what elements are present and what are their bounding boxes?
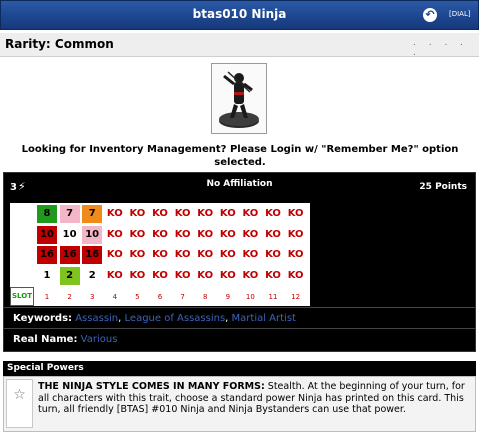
ko-cell: KO [152,249,168,260]
click-number: 6 [157,293,163,301]
click-number: 8 [202,293,208,301]
figure-image [211,63,267,134]
ko-cell: KO [129,208,146,219]
affiliation: No Affiliation [206,179,273,189]
stat-cell: 8 [37,205,57,223]
stat-cell: 2 [82,266,103,285]
defense-icon: ◯ [15,247,29,261]
ko-cell: KO [106,228,123,240]
ko-cell: KO [129,228,146,240]
stat-cell: 7 [82,205,103,223]
ko-cell: KO [152,208,168,219]
ko-cell: KO [106,249,123,260]
dial-link[interactable]: [DIAL] [449,10,471,18]
ko-cell: KO [174,269,191,281]
keywords-row: Keywords: Assassin, League of Assassins,… [4,307,475,329]
damage-icon: ✶ [16,267,28,281]
stat-cell: 16 [82,246,103,264]
ko-cell: KO [152,269,168,281]
special-power-text: THE NINJA STYLE COMES IN MANY FORMS: Ste… [38,381,470,416]
ko-cell: KO [197,228,214,240]
stat-icons: ➯ ⚔ ◯ ✶ [10,204,34,284]
keyword-link[interactable]: Assassin [75,313,118,324]
dial-card: 3 ⚡︎ No Affiliation 25 Points SLOT 8 7 7 KO… [3,172,476,352]
ko-cell: KO [265,269,281,281]
ko-cell: KO [174,208,191,219]
point-value: 25 Points [419,182,467,192]
real-name-row: Real Name: Various [13,334,117,345]
stat-cell: 2 [59,266,80,285]
ko-cell: KO [242,228,259,240]
click-number: 9 [225,293,231,301]
click-number: 5 [135,293,140,301]
stat-cell: 1 [37,266,57,285]
ko-cell: KO [287,208,304,219]
ko-cell: KO [265,228,281,240]
rarity-label: Rarity: Common [5,37,114,51]
keyword-link[interactable]: League of Assassins [125,313,226,324]
ko-cell: KO [287,249,304,260]
ko-cell: KO [174,228,191,240]
ko-cell: KO [219,249,236,260]
click-number: 3 [89,293,95,301]
page-title: btas010 Ninja [192,7,287,21]
click-number: 12 [291,293,301,301]
ko-cell: KO [242,208,259,219]
click-number: 10 [245,293,255,301]
star-outline-icon: ☆ [6,379,33,428]
keyword-link[interactable]: Martial Artist [232,313,296,324]
real-name-label: Real Name: [13,334,78,345]
ko-cell: KO [265,208,281,219]
click-number: 11 [268,293,278,301]
ko-cell: KO [174,249,191,260]
ko-cell: KO [287,269,304,281]
click-number: 2 [67,293,72,301]
stat-cell: 7 [59,205,80,223]
stat-cell: 16 [37,246,57,264]
inventory-notice: Looking for Inventory Management? Please… [21,144,459,168]
rarity-row: Rarity: Common . . . . . [0,33,479,58]
ko-cell: KO [106,208,123,219]
ko-cell: KO [197,249,214,260]
ko-cell: KO [219,208,236,219]
ko-cell: KO [265,249,281,260]
stat-cell: 16 [59,246,80,264]
special-power-entry: ☆ THE NINJA STYLE COMES IN MANY FORMS: S… [3,376,476,432]
ko-cell: KO [197,208,214,219]
stat-cell: 10 [37,225,57,244]
back-arrow-icon[interactable]: ↶ [423,8,437,22]
special-powers-header: Special Powers [3,361,476,376]
ko-cell: KO [242,269,259,281]
ninja-figure-icon [219,71,259,128]
rarity-dots: . . . . . [413,38,469,58]
combat-dial-grid: SLOT 8 7 7 KO KO KO KO KO KO KO KO KO 10 10 10 KO KO KO KO… [10,203,310,306]
ko-cell: KO [152,228,168,240]
speed-icon: ➯ [16,207,28,221]
click-number: 1 [44,293,50,301]
ko-cell: KO [219,269,236,281]
keywords-label: Keywords: [13,313,73,324]
stat-cell: 10 [82,225,103,244]
title-bar: btas010 Ninja ↶ [DIAL] [0,0,479,30]
ko-cell: KO [242,249,259,260]
ko-cell: KO [287,228,304,240]
attack-icon: ⚔ [16,227,28,241]
ko-cell: KO [129,269,146,281]
ko-cell: KO [197,269,214,281]
click-number: 7 [180,293,185,301]
click-number: 4 [112,293,118,301]
slot-label: SLOT [10,287,34,306]
power-name: THE NINJA STYLE COMES IN MANY FORMS: [38,381,265,392]
stat-cell: 10 [59,225,80,244]
real-name-link[interactable]: Various [81,334,118,345]
ko-cell: KO [219,228,236,240]
dial-header: 3 ⚡︎ No Affiliation 25 Points [4,173,475,201]
ko-cell: KO [129,249,146,260]
ko-cell: KO [106,269,123,281]
